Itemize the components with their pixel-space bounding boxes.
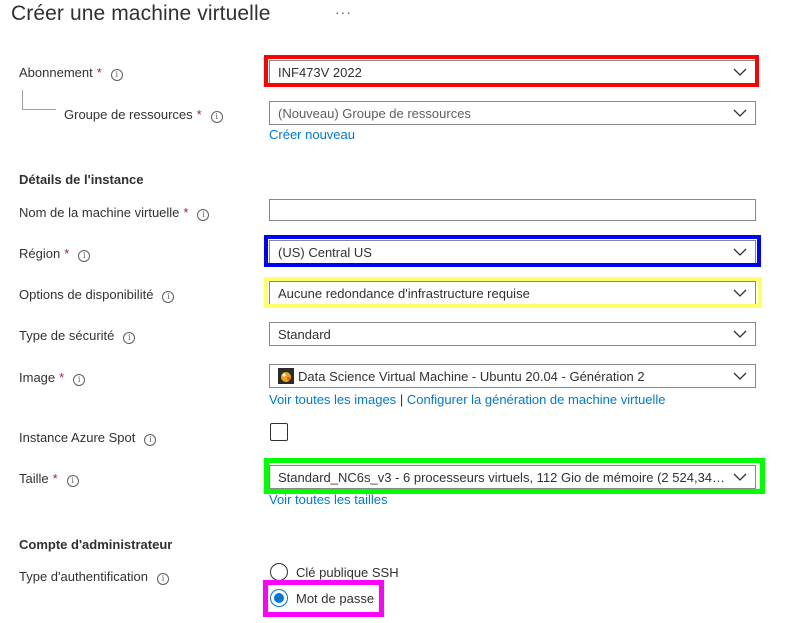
see-all-sizes-link[interactable]: Voir toutes les tailles [269,492,388,507]
page-title: Créer une machine virtuelle [11,2,271,25]
vm-name-input[interactable] [269,199,756,221]
password-radio[interactable] [270,589,288,607]
create-new-link[interactable]: Créer nouveau [269,127,355,142]
size-label-text: Taille [19,471,49,486]
info-icon[interactable]: i [110,69,123,81]
required-marker: * [196,107,202,122]
region-label: Région * i [19,246,91,262]
ssh-radio[interactable] [270,563,288,581]
link-separator: | [399,392,404,407]
image-value: Data Science Virtual Machine - Ubuntu 20… [298,368,645,384]
required-marker: * [59,370,65,385]
see-all-images-link[interactable]: Voir toutes les images [269,392,396,407]
chevron-down-icon [733,330,747,338]
info-icon[interactable]: i [78,250,91,262]
required-marker: * [64,246,70,261]
resource-group-label: Groupe de ressources * i [64,107,223,123]
vm-name-label-text: Nom de la machine virtuelle [19,205,180,220]
spot-label: Instance Azure Spot i [19,430,157,446]
security-type-label-text: Type de sécurité [19,328,115,343]
availability-dropdown[interactable]: Aucune redondance d'infrastructure requi… [269,281,756,305]
subscription-label-text: Abonnement [19,65,93,80]
availability-label: Options de disponibilité i [19,287,175,303]
image-dropdown[interactable]: Data Science Virtual Machine - Ubuntu 20… [269,364,756,388]
instance-details-heading: Détails de l'instance [19,172,144,187]
auth-type-label-text: Type d'authentification [19,569,148,584]
info-icon[interactable]: i [123,332,136,344]
security-type-label: Type de sécurité i [19,328,136,344]
region-value: (US) Central US [278,244,372,260]
ssh-radio-label: Clé publique SSH [296,564,399,580]
auth-type-label: Type d'authentification i [19,569,169,585]
image-label-text: Image [19,370,56,385]
region-label-text: Région [19,246,61,261]
info-icon[interactable]: i [144,434,157,446]
image-label: Image * i [19,370,86,386]
image-links: Voir toutes les images | Configurer la g… [269,392,666,407]
info-icon[interactable]: i [162,291,175,303]
info-icon[interactable]: i [156,573,169,585]
chevron-down-icon [733,109,747,117]
subscription-label: Abonnement * i [19,65,123,81]
security-type-dropdown[interactable]: Standard [269,322,756,346]
size-dropdown[interactable]: Standard_NC6s_v3 - 6 processeurs virtuel… [269,465,756,489]
region-dropdown[interactable]: (US) Central US [269,240,756,264]
required-marker: * [52,471,58,486]
password-radio-label: Mot de passe [296,590,375,606]
chevron-down-icon [733,473,747,481]
subscription-value: INF473V 2022 [278,64,362,80]
size-value: Standard_NC6s_v3 - 6 processeurs virtuel… [278,469,727,485]
security-type-value: Standard [278,326,331,342]
resource-group-placeholder: (Nouveau) Groupe de ressources [278,105,471,121]
subscription-dropdown[interactable]: INF473V 2022 [269,60,756,84]
configure-vm-generation-link[interactable]: Configurer la génération de machine virt… [407,392,666,407]
info-icon[interactable]: i [73,374,86,386]
vm-name-label: Nom de la machine virtuelle * i [19,205,210,221]
info-icon[interactable]: i [210,111,223,123]
availability-value: Aucune redondance d'infrastructure requi… [278,285,530,301]
ubuntu-dsvm-icon [278,368,294,384]
resource-group-dropdown[interactable]: (Nouveau) Groupe de ressources [269,101,756,125]
info-icon[interactable]: i [66,475,79,487]
required-marker: * [183,205,189,220]
tree-connector [22,90,56,110]
resource-group-label-text: Groupe de ressources [64,107,193,122]
chevron-down-icon [733,372,747,380]
more-options-icon[interactable]: ··· [335,4,352,20]
spot-checkbox[interactable] [270,423,288,441]
info-icon[interactable]: i [197,209,210,221]
chevron-down-icon [733,248,747,256]
chevron-down-icon [733,289,747,297]
required-marker: * [96,65,102,80]
auth-option-password[interactable]: Mot de passe [270,589,374,607]
admin-account-heading: Compte d'administrateur [19,537,173,552]
auth-option-ssh[interactable]: Clé publique SSH [270,563,399,581]
chevron-down-icon [733,68,747,76]
spot-label-text: Instance Azure Spot [19,430,136,445]
availability-label-text: Options de disponibilité [19,287,154,302]
size-label: Taille * i [19,471,79,487]
